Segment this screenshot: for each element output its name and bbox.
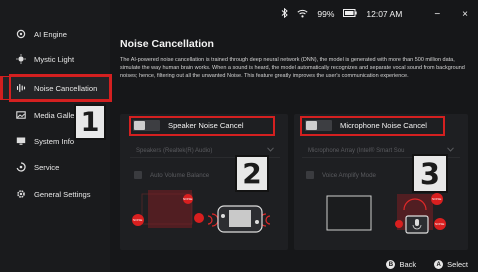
microphone-device-value: Microphone Array (Intel® Smart Sou bbox=[308, 147, 405, 154]
noise-label: NOISE bbox=[432, 197, 442, 201]
image-icon bbox=[16, 110, 26, 120]
back-button[interactable]: B Back bbox=[386, 260, 416, 269]
speaker-illustration: NOISE NOISE bbox=[128, 184, 280, 246]
sidebar-item-general-settings[interactable]: General Settings bbox=[0, 182, 110, 206]
sidebar-item-label: AI Engine bbox=[34, 29, 67, 39]
wifi-icon bbox=[297, 9, 308, 20]
sidebar-item-service[interactable]: Service bbox=[0, 155, 110, 179]
close-button[interactable]: × bbox=[462, 9, 468, 20]
main-content: 99% 12:07 AM − × Noise Cancellation The … bbox=[110, 0, 478, 272]
voice-amplify-mode-row: Voice Amplify Mode bbox=[306, 171, 376, 179]
voice-amplify-mode-label: Voice Amplify Mode bbox=[322, 171, 376, 179]
minimize-button[interactable]: − bbox=[434, 9, 440, 20]
highlight-noise-cancellation bbox=[9, 74, 112, 102]
chevron-down-icon bbox=[447, 147, 454, 154]
noise-label: NOISE bbox=[133, 218, 143, 222]
noise-label: NOISE bbox=[435, 222, 445, 226]
speaker-device-value: Speakers (Realtek(R) Audio) bbox=[136, 147, 213, 154]
voice-amplify-mode-checkbox[interactable] bbox=[306, 171, 314, 179]
battery-percent: 99% bbox=[317, 9, 335, 19]
b-key-icon: B bbox=[386, 260, 396, 269]
light-icon bbox=[16, 54, 26, 64]
footer-controls: B Back A Select bbox=[386, 260, 468, 269]
page-description: The AI-powered noise cancellation is tra… bbox=[120, 57, 465, 80]
speaker-device-select[interactable]: Speakers (Realtek(R) Audio) bbox=[130, 144, 280, 158]
bluetooth-icon bbox=[281, 7, 289, 20]
select-button[interactable]: A Select bbox=[434, 260, 468, 269]
annotation-badge-3: 3 bbox=[414, 156, 446, 191]
ai-engine-icon bbox=[16, 29, 26, 39]
status-bar: 99% 12:07 AM − × bbox=[248, 0, 478, 28]
clock: 12:07 AM bbox=[366, 9, 403, 19]
microphone-illustration: NOISE NOISE bbox=[302, 184, 462, 246]
service-icon bbox=[16, 162, 26, 172]
gear-icon bbox=[16, 189, 26, 199]
highlight-speaker-toggle bbox=[129, 116, 275, 136]
sidebar-item-ai-engine[interactable]: AI Engine bbox=[0, 22, 110, 46]
auto-volume-balance-label: Auto Volume Balance bbox=[150, 171, 210, 179]
annotation-badge-2: 2 bbox=[237, 157, 267, 190]
page-title: Noise Cancellation bbox=[120, 38, 214, 50]
sidebar-item-label: General Settings bbox=[34, 189, 91, 199]
auto-volume-balance-row: Auto Volume Balance bbox=[134, 171, 209, 179]
back-label: Back bbox=[399, 260, 417, 269]
select-label: Select bbox=[447, 260, 468, 269]
noise-label: NOISE bbox=[183, 197, 193, 201]
auto-volume-balance-checkbox[interactable] bbox=[134, 171, 142, 179]
annotation-badge-1: 1 bbox=[76, 106, 104, 138]
monitor-icon bbox=[16, 136, 26, 146]
a-key-icon: A bbox=[434, 260, 444, 269]
sidebar-item-label: Service bbox=[34, 162, 60, 172]
highlight-microphone-toggle bbox=[300, 116, 445, 136]
sidebar-item-label: Mystic Light bbox=[34, 54, 75, 64]
battery-icon bbox=[343, 9, 358, 19]
chevron-down-icon bbox=[267, 147, 274, 154]
sidebar-item-label: System Info bbox=[34, 136, 75, 146]
sidebar-item-mystic-light[interactable]: Mystic Light bbox=[0, 47, 110, 71]
sidebar-item-label: Media Galle bbox=[34, 110, 75, 120]
